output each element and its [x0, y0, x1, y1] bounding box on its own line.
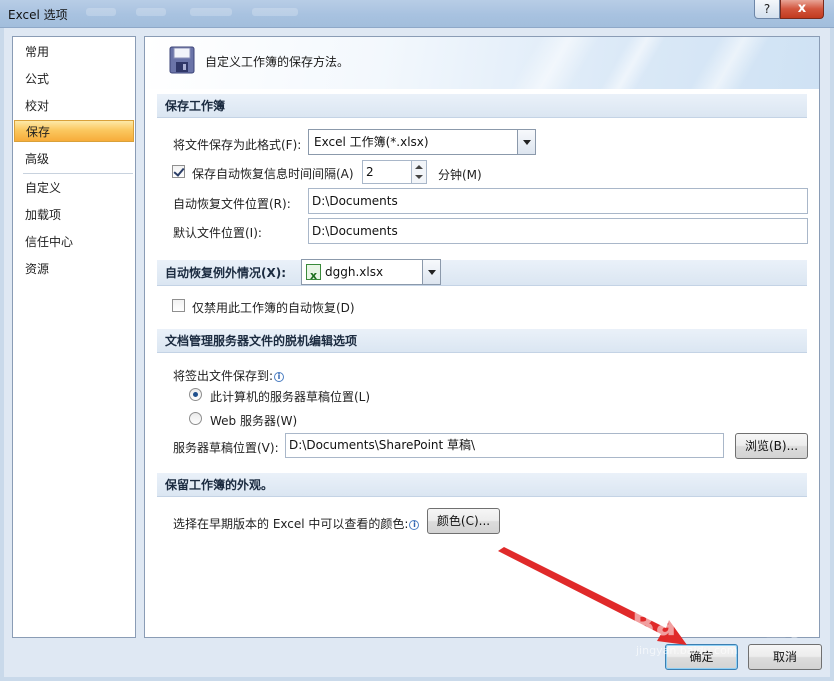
- default-location-label: 默认文件位置(I):: [173, 226, 262, 240]
- nav-item-advanced[interactable]: 高级: [14, 148, 134, 170]
- autorecover-label: 保存自动恢复信息时间间隔(A): [192, 167, 354, 181]
- autorecover-minutes-spinner[interactable]: [411, 160, 427, 184]
- autorecover-checkbox[interactable]: [172, 165, 185, 178]
- minutes-label: 分钟(M): [438, 168, 482, 182]
- watermark-url: jingyan.baidu.com: [636, 644, 738, 657]
- close-button[interactable]: x: [780, 0, 824, 19]
- banner-decor: [509, 37, 601, 89]
- info-icon: i: [409, 520, 420, 530]
- colors-button[interactable]: 颜色(C)...: [427, 508, 500, 534]
- section-header-offline: 文档管理服务器文件的脱机编辑选项: [157, 329, 807, 353]
- nav-separator: [23, 173, 133, 174]
- default-location-input[interactable]: D:\Documents: [308, 218, 808, 244]
- spin-up-icon[interactable]: [412, 161, 426, 172]
- title-bar: Excel 选项 ? x: [0, 0, 834, 28]
- banner-decor: [599, 37, 667, 89]
- banner-text: 自定义工作簿的保存方法。: [205, 55, 350, 69]
- options-nav: 常用 公式 校对 保存 高级 自定义 加载项 信任中心 资源: [12, 36, 136, 638]
- titlebar-ghost: [190, 8, 232, 16]
- options-panel: 自定义工作簿的保存方法。 保存工作簿 将文件保存为此格式(F): Excel 工…: [144, 36, 820, 638]
- nav-item-addins[interactable]: 加载项: [14, 204, 134, 226]
- disable-autorecover-label: 仅禁用此工作簿的自动恢复(D): [192, 301, 355, 315]
- save-format-label: 将文件保存为此格式(F):: [173, 138, 302, 152]
- disable-autorecover-checkbox[interactable]: [172, 299, 185, 312]
- drafts-location-input[interactable]: D:\Documents\SharePoint 草稿\: [285, 433, 724, 458]
- chevron-down-icon[interactable]: [517, 130, 535, 154]
- titlebar-ghost: [86, 8, 116, 16]
- radio-web-server[interactable]: [189, 412, 202, 425]
- banner-decor: [689, 37, 771, 89]
- autorecover-location-input[interactable]: D:\Documents: [308, 188, 808, 214]
- radio-web-label: Web 服务器(W): [210, 414, 298, 428]
- cancel-button[interactable]: 取消: [748, 644, 822, 670]
- nav-item-general[interactable]: 常用: [14, 41, 134, 63]
- save-format-dropdown[interactable]: Excel 工作簿(*.xlsx): [308, 129, 536, 155]
- exception-workbook-dropdown[interactable]: dggh.xlsx: [301, 259, 441, 288]
- section-header-appearance: 保留工作簿的外观。: [157, 473, 807, 497]
- autorecover-location-label: 自动恢复文件位置(R):: [173, 197, 291, 211]
- window-title: Excel 选项: [8, 8, 68, 22]
- save-format-value: Excel 工作簿(*.xlsx): [314, 135, 429, 149]
- section-header-save: 保存工作簿: [157, 94, 807, 118]
- titlebar-ghost: [252, 8, 298, 16]
- spin-down-icon[interactable]: [412, 172, 426, 183]
- excel-file-icon: [306, 264, 321, 288]
- nav-item-resources[interactable]: 资源: [14, 258, 134, 280]
- nav-item-save[interactable]: 保存: [14, 120, 134, 142]
- nav-item-formulas[interactable]: 公式: [14, 68, 134, 90]
- radio-server-drafts-local[interactable]: [189, 388, 202, 401]
- nav-item-customize[interactable]: 自定义: [14, 177, 134, 199]
- info-icon: i: [274, 372, 285, 382]
- colors-label-text: 选择在早期版本的 Excel 中可以查看的颜色:: [173, 517, 409, 531]
- section-header-exceptions: 自动恢复例外情况(X):: [157, 260, 807, 286]
- drafts-location-label: 服务器草稿位置(V):: [173, 441, 279, 455]
- panel-banner: 自定义工作簿的保存方法。: [145, 37, 819, 89]
- save-checkout-label: 将签出文件保存到: i: [173, 367, 285, 384]
- autorecover-minutes-input[interactable]: 2: [362, 160, 412, 184]
- nav-item-proofing[interactable]: 校对: [14, 95, 134, 117]
- chevron-down-icon[interactable]: [422, 260, 440, 284]
- titlebar-ghost: [136, 8, 166, 16]
- help-button[interactable]: ?: [754, 0, 780, 19]
- browse-button[interactable]: 浏览(B)...: [735, 433, 808, 459]
- watermark-logo: Bai du 经验: [632, 608, 819, 643]
- floppy-disk-icon: [169, 46, 195, 74]
- nav-item-trust-center[interactable]: 信任中心: [14, 231, 134, 253]
- exceptions-label: 自动恢复例外情况(X):: [165, 266, 287, 280]
- radio-local-label: 此计算机的服务器草稿位置(L): [210, 390, 371, 404]
- save-checkout-text: 将签出文件保存到:: [173, 369, 274, 383]
- colors-label: 选择在早期版本的 Excel 中可以查看的颜色: i: [173, 515, 420, 532]
